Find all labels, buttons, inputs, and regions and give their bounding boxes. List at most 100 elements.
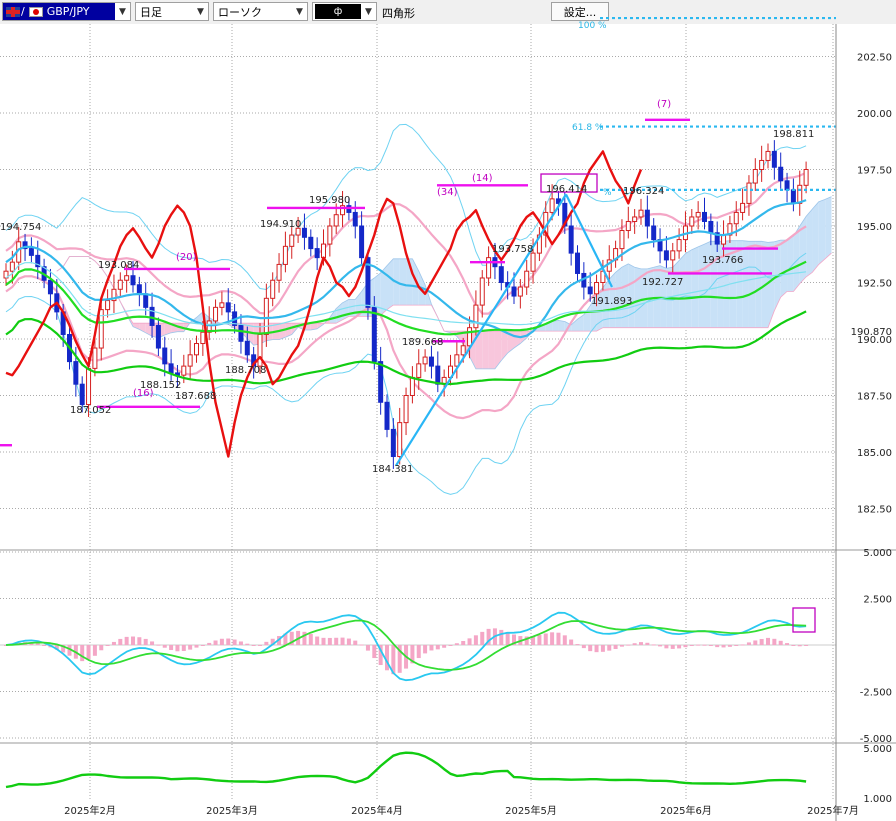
macd-histogram-bar (600, 645, 605, 652)
macd-histogram-bar (473, 635, 478, 645)
cloud-segment (679, 253, 686, 328)
macd-histogram-bar (308, 633, 313, 645)
macd-histogram-bar (416, 645, 421, 659)
candle-body (403, 395, 409, 424)
macd-histogram-bar (92, 645, 97, 656)
candle-body (409, 376, 415, 397)
candle-body (549, 198, 555, 213)
macd-histogram-bar (607, 645, 612, 651)
macd-histogram-bar (35, 643, 40, 645)
macd-tick-label: 5.000 (863, 548, 892, 559)
month-label: 2025年7月 (807, 804, 859, 817)
cloud-segment (780, 240, 788, 298)
macd-histogram-bar (778, 640, 783, 645)
price-tick-label: 197.50 (857, 166, 892, 177)
macd-histogram-bar (480, 631, 485, 645)
candle-body (638, 209, 644, 218)
candle-body (276, 263, 282, 281)
candle-body (575, 252, 580, 274)
ichimoku-count-label: (14) (472, 173, 493, 184)
candle-body (422, 356, 428, 365)
macd-histogram-bar (448, 645, 453, 646)
macd-tick-label: -2.500 (860, 688, 892, 699)
macd-histogram-bar (562, 635, 567, 645)
candle-body (619, 230, 625, 250)
price-tick-label: 202.50 (857, 53, 892, 64)
macd-histogram-bar (181, 645, 186, 651)
macd-histogram-bar (550, 632, 555, 645)
price-annotation: 187.052 (70, 405, 111, 416)
macd-histogram-bar (207, 642, 212, 645)
macd-histogram-bar (766, 637, 770, 645)
sub-tick-label: 1.000 (863, 794, 892, 805)
candle-body (384, 401, 390, 430)
candle-body (689, 216, 695, 227)
macd-histogram-bar (156, 644, 161, 646)
candle-body (117, 279, 123, 290)
candle-body (390, 428, 396, 458)
candle-body (416, 363, 422, 378)
price-annotation: 192.727 (642, 277, 683, 288)
macd-histogram-bar (232, 639, 237, 645)
macd-histogram-bar (372, 645, 377, 659)
price-chart[interactable]: 194.754193.084195.980194.910187.052188.1… (0, 0, 896, 821)
price-annotation: 184.381 (372, 464, 413, 475)
cloud-segment (387, 258, 394, 310)
macd-histogram-bar (734, 645, 739, 646)
macd-histogram-bar (258, 644, 262, 646)
candle-body (333, 214, 339, 227)
macd-histogram-bar (327, 637, 332, 645)
price-tick-label: 192.50 (857, 279, 892, 290)
candle-body (282, 245, 288, 265)
macd-histogram-bar (753, 640, 758, 645)
cloud-segment (660, 265, 667, 328)
macd-histogram-bar (245, 643, 250, 645)
cloud-segment (818, 199, 826, 265)
candle-body (740, 202, 746, 213)
macd-histogram-bar (435, 645, 440, 650)
cloud-segment (825, 196, 832, 259)
macd-histogram-bar (442, 645, 447, 648)
candle-body (321, 243, 326, 259)
cloud-segment (488, 331, 495, 369)
macd-histogram-bar (429, 645, 434, 651)
macd-histogram-bar (556, 632, 561, 645)
candle-body (625, 220, 631, 232)
macd-histogram-bar (111, 641, 116, 645)
month-label: 2025年4月 (351, 804, 403, 817)
macd-histogram-bar (251, 645, 256, 646)
price-annotation: 188.708 (225, 365, 266, 376)
candle-body (194, 343, 199, 356)
macd-histogram-bar (175, 645, 180, 652)
macd-histogram-bar (150, 641, 155, 645)
cloud-segment (685, 249, 692, 328)
candle-body (79, 383, 85, 406)
cloud-segment (806, 209, 813, 277)
candle-body (778, 166, 784, 182)
candle-body (467, 327, 473, 347)
month-label: 2025年2月 (64, 804, 116, 817)
candle-body (746, 182, 752, 204)
macd-histogram-bar (721, 645, 726, 648)
candle-body (371, 306, 377, 363)
cloud-segment (558, 320, 565, 332)
candle-body (784, 180, 790, 191)
candle-body (92, 347, 98, 369)
candle-body (663, 250, 669, 261)
candle-body (733, 211, 739, 225)
price-annotation: 193.766 (702, 255, 743, 266)
candle-body (435, 365, 441, 385)
price-tick-label: 185.00 (857, 448, 892, 459)
macd-histogram-bar (543, 633, 548, 645)
candle-body (289, 234, 295, 247)
candle-body (524, 270, 530, 288)
macd-histogram-bar (575, 644, 580, 646)
macd-histogram-bar (264, 641, 269, 645)
price-tick-label: 200.00 (857, 109, 892, 120)
candle-body (270, 279, 276, 299)
candle-body (301, 227, 307, 238)
candle-body (327, 225, 333, 245)
candle-body (803, 169, 809, 186)
macd-histogram-bar (702, 644, 707, 646)
cloud-segment (552, 320, 559, 332)
